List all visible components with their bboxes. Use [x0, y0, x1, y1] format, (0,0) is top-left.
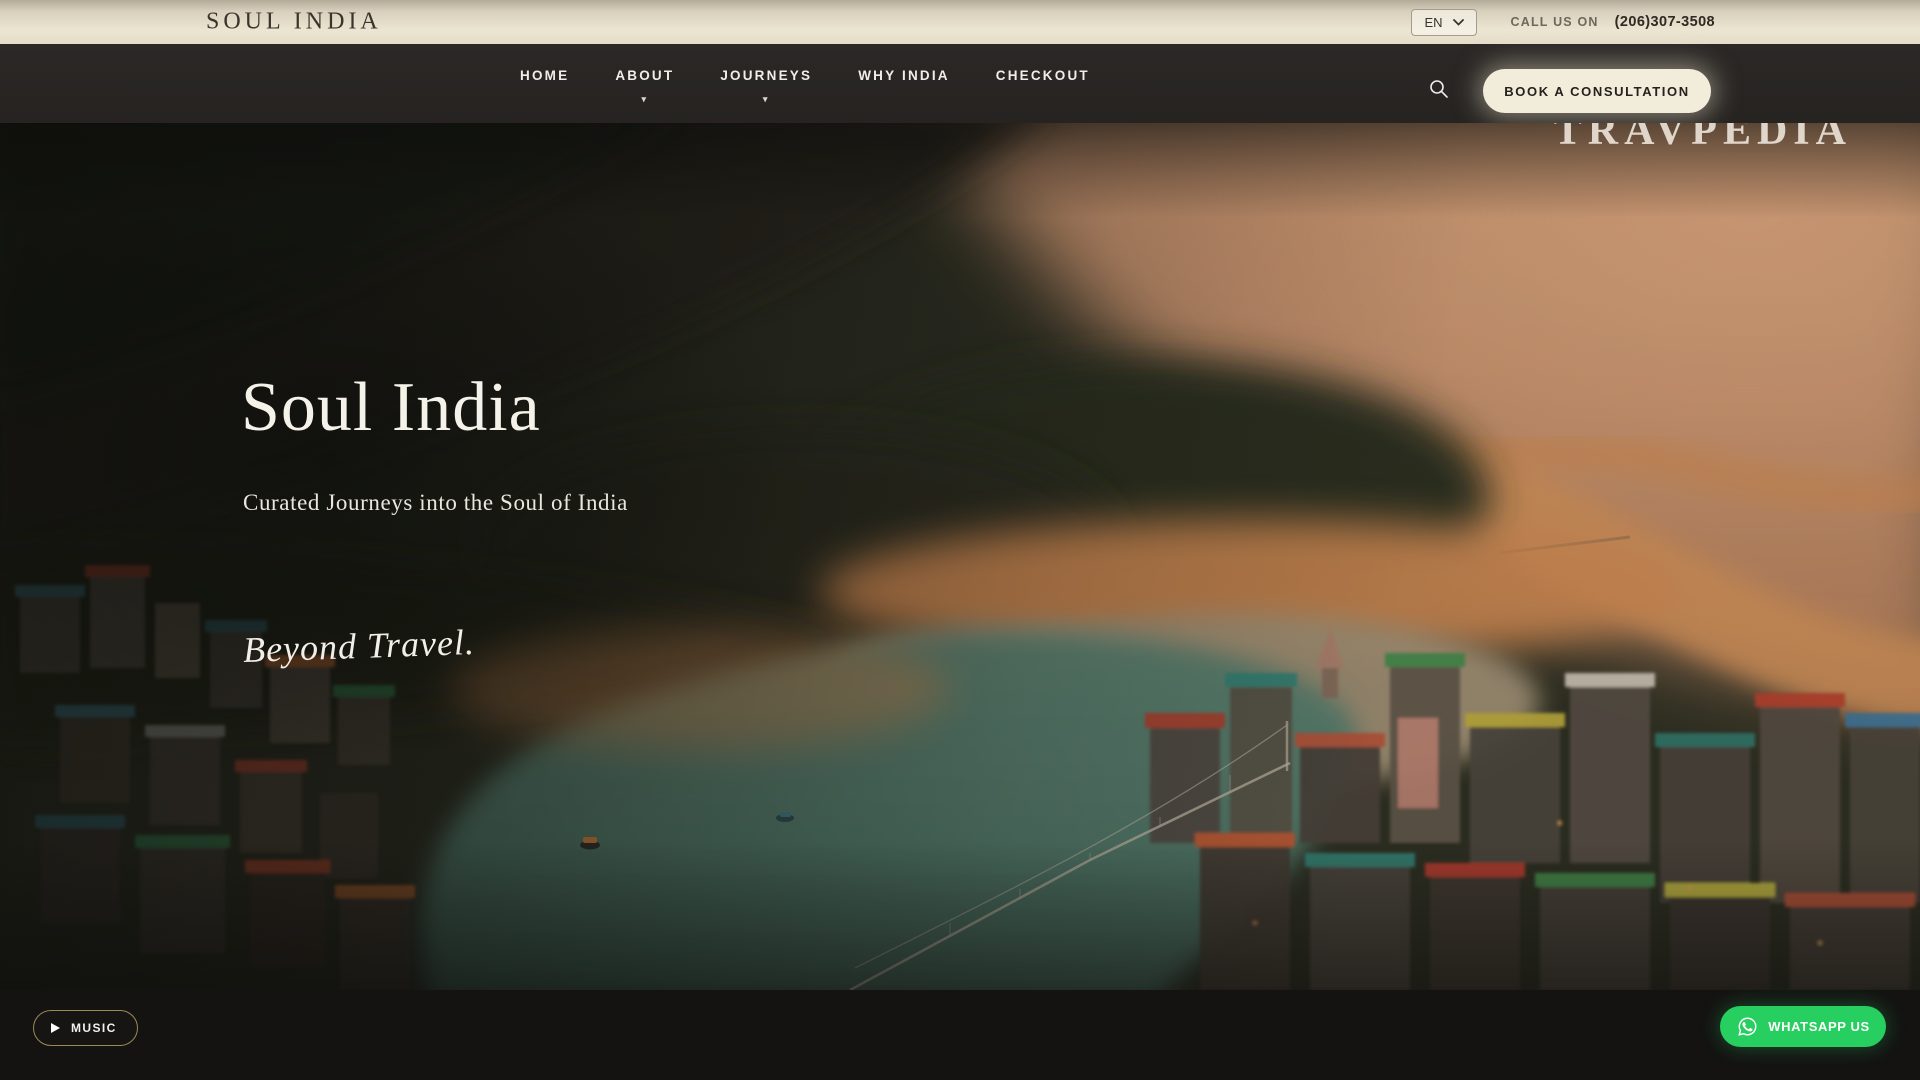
nav-item-why-india[interactable]: WHY INDIA: [858, 68, 950, 105]
hero-tagline: Beyond Travel.: [242, 621, 475, 671]
music-label: MUSIC: [71, 1021, 117, 1035]
hero-title: Soul India: [241, 373, 541, 443]
chevron-down-icon: [1453, 19, 1464, 26]
nav-item-home[interactable]: HOME: [520, 68, 569, 105]
hero-subtitle: Curated Journeys into the Soul of India: [243, 490, 628, 516]
site-logo: SOUL INDIA: [206, 9, 382, 36]
book-consultation-button[interactable]: BOOK A CONSULTATION: [1483, 69, 1711, 113]
chevron-down-icon: ▾: [763, 94, 770, 105]
whatsapp-icon: [1736, 1015, 1759, 1038]
call-us-label: CALL US ON: [1511, 15, 1599, 29]
nav-item-journeys[interactable]: JOURNEYS ▾: [720, 68, 812, 105]
hero-section: TRAVPEDIA Soul India Curated Journeys in…: [0, 123, 1920, 990]
play-icon: [50, 1022, 61, 1034]
whatsapp-button[interactable]: WHATSAPP US: [1720, 1006, 1886, 1047]
nav-item-about[interactable]: ABOUT ▾: [615, 68, 674, 105]
search-icon[interactable]: [1428, 78, 1452, 102]
phone-number[interactable]: (206)307-3508: [1615, 14, 1715, 30]
language-select-value: EN: [1424, 15, 1442, 30]
nav-item-journeys-label: JOURNEYS: [720, 68, 812, 83]
whatsapp-label: WHATSAPP US: [1768, 1019, 1869, 1034]
nav-menu: HOME ABOUT ▾ JOURNEYS ▾ WHY INDIA CHECKO…: [520, 68, 1090, 105]
call-us-group: CALL US ON (206)307-3508: [1511, 14, 1716, 30]
nav-item-checkout[interactable]: CHECKOUT: [996, 68, 1090, 105]
travpedia-watermark: TRAVPEDIA: [1554, 123, 1852, 155]
music-toggle-button[interactable]: MUSIC: [33, 1010, 138, 1046]
hero-video-still: [0, 123, 1920, 990]
chevron-down-icon: ▾: [641, 94, 648, 105]
bottom-bar: MUSIC WHATSAPP US: [0, 990, 1920, 1080]
main-navbar: HOME ABOUT ▾ JOURNEYS ▾ WHY INDIA CHECKO…: [0, 44, 1920, 123]
top-bar: SOUL INDIA EN CALL US ON (206)307-3508: [0, 0, 1920, 44]
nav-item-about-label: ABOUT: [615, 68, 674, 83]
language-select[interactable]: EN: [1411, 9, 1476, 36]
topbar-right-group: EN CALL US ON (206)307-3508: [1411, 0, 1715, 44]
